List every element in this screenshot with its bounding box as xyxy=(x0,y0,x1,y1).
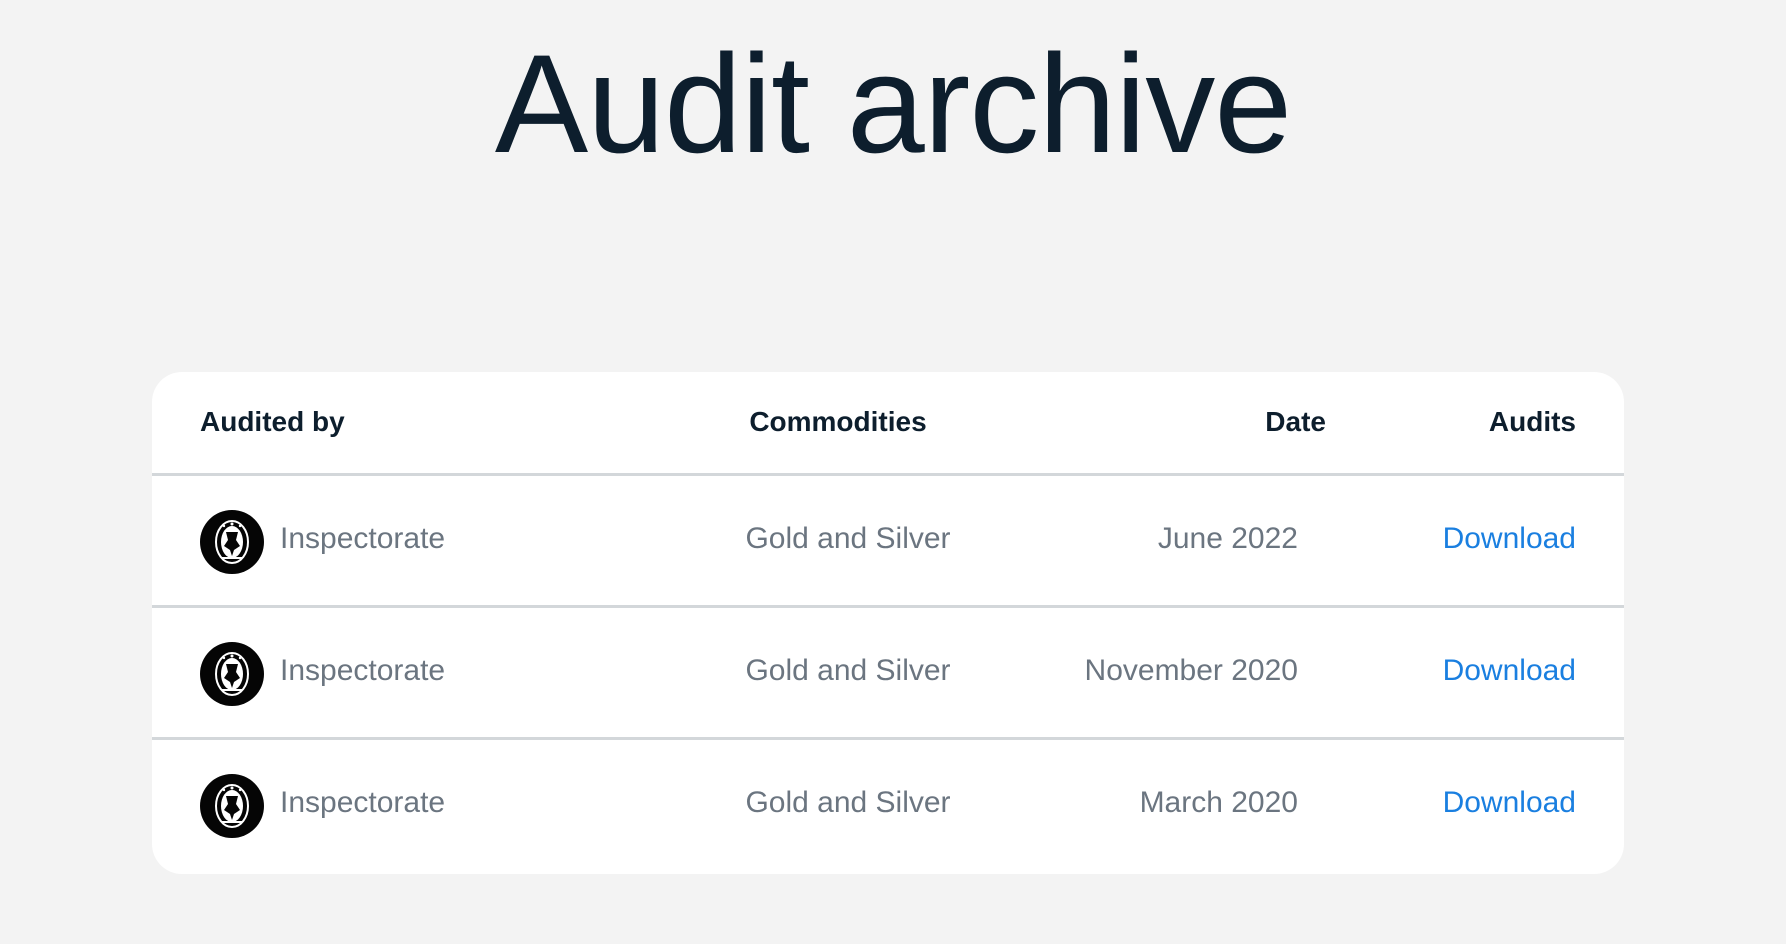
bureau-veritas-seal-icon xyxy=(200,510,264,574)
commodities-cell: Gold and Silver xyxy=(745,786,951,819)
commodities-cell: Gold and Silver xyxy=(745,522,951,555)
download-link[interactable]: Download xyxy=(1443,654,1576,688)
bureau-veritas-seal-icon xyxy=(200,774,264,838)
download-link[interactable]: Download xyxy=(1443,786,1576,820)
page-title: Audit archive xyxy=(494,25,1292,182)
column-header-commodities: Commodities xyxy=(749,406,927,437)
column-header-audits: Audits xyxy=(1488,406,1576,437)
table-row: Inspectorate Gold and Silver November 20… xyxy=(152,608,1624,740)
bureau-veritas-seal-icon xyxy=(200,642,264,706)
column-header-date: Date xyxy=(1265,406,1326,437)
date-cell: March 2020 xyxy=(1139,786,1298,819)
table-row: Inspectorate Gold and Silver June 2022 D… xyxy=(152,476,1624,608)
table-header: Audited by Commodities Date Audits xyxy=(152,372,1624,476)
auditor-name: Inspectorate xyxy=(280,654,446,687)
auditor-name: Inspectorate xyxy=(280,522,446,555)
date-cell: June 2022 xyxy=(1157,522,1298,555)
auditor-name: Inspectorate xyxy=(280,786,446,819)
date-cell: November 2020 xyxy=(1084,654,1298,687)
commodities-cell: Gold and Silver xyxy=(745,654,951,687)
download-link[interactable]: Download xyxy=(1443,522,1576,556)
table-row: Inspectorate Gold and Silver March 2020 … xyxy=(152,740,1624,872)
audit-table: Audited by Commodities Date Audits Inspe… xyxy=(152,372,1624,874)
column-header-audited-by: Audited by xyxy=(200,406,345,437)
